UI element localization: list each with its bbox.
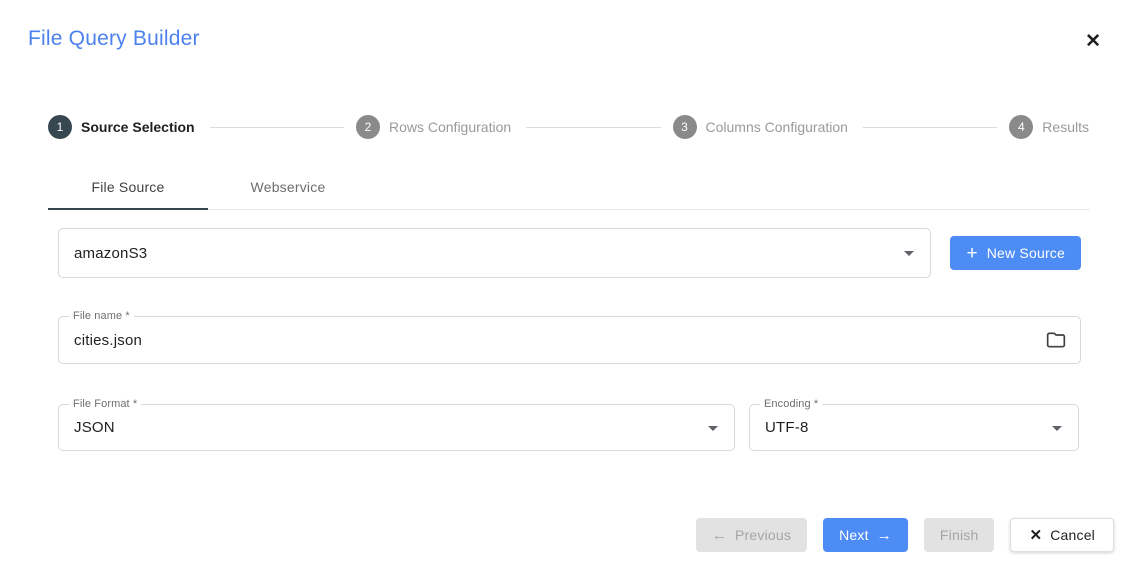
form-content: amazonS3 + New Source File name * cities…	[58, 228, 1081, 451]
step-label: Results	[1042, 119, 1089, 135]
file-name-value: cities.json	[59, 332, 142, 349]
chevron-down-icon	[708, 426, 718, 431]
arrow-left-icon: ←	[712, 528, 727, 543]
source-select-value: amazonS3	[59, 245, 147, 262]
source-select[interactable]: amazonS3	[58, 228, 931, 278]
previous-button[interactable]: ← Previous	[696, 518, 807, 552]
step-rows-configuration[interactable]: 2 Rows Configuration	[356, 115, 511, 139]
encoding-label: Encoding *	[760, 398, 822, 411]
file-format-value: JSON	[59, 419, 115, 436]
close-icon[interactable]: ✕	[1085, 32, 1101, 51]
folder-icon[interactable]	[1046, 330, 1066, 350]
finish-button[interactable]: Finish	[924, 518, 995, 552]
step-connector	[526, 127, 660, 128]
previous-label: Previous	[735, 527, 791, 543]
cancel-button[interactable]: ✕ Cancel	[1010, 518, 1114, 552]
file-format-label: File Format *	[69, 398, 141, 411]
file-name-label: File name *	[69, 310, 134, 323]
plus-icon: +	[966, 244, 977, 263]
step-source-selection[interactable]: 1 Source Selection	[48, 115, 195, 139]
step-columns-configuration[interactable]: 3 Columns Configuration	[673, 115, 848, 139]
cancel-label: Cancel	[1050, 527, 1095, 543]
file-name-field[interactable]: File name * cities.json	[58, 316, 1081, 364]
step-number-badge: 4	[1009, 115, 1033, 139]
step-number-badge: 2	[356, 115, 380, 139]
step-label: Source Selection	[81, 119, 195, 135]
step-number-badge: 3	[673, 115, 697, 139]
next-label: Next	[839, 527, 869, 543]
step-label: Columns Configuration	[706, 119, 848, 135]
page-title: File Query Builder	[28, 27, 1107, 51]
chevron-down-icon	[1052, 426, 1062, 431]
wizard-footer: ← Previous Next → Finish ✕ Cancel	[696, 518, 1114, 552]
step-number-badge: 1	[48, 115, 72, 139]
new-source-button[interactable]: + New Source	[950, 236, 1081, 270]
step-label: Rows Configuration	[389, 119, 511, 135]
chevron-down-icon	[904, 251, 914, 256]
encoding-select[interactable]: Encoding * UTF-8	[749, 404, 1079, 451]
dialog-header: File Query Builder ✕	[0, 0, 1135, 51]
tab-webservice[interactable]: Webservice	[208, 164, 368, 209]
tab-file-source[interactable]: File Source	[48, 164, 208, 209]
arrow-right-icon: →	[877, 528, 892, 543]
file-format-select[interactable]: File Format * JSON	[58, 404, 735, 451]
finish-label: Finish	[940, 527, 979, 543]
close-x-icon: ✕	[1029, 528, 1042, 543]
source-tabs: File Source Webservice	[48, 164, 1090, 210]
step-results[interactable]: 4 Results	[1009, 115, 1089, 139]
wizard-stepper: 1 Source Selection 2 Rows Configuration …	[48, 115, 1089, 139]
next-button[interactable]: Next →	[823, 518, 908, 552]
step-connector	[863, 127, 997, 128]
encoding-value: UTF-8	[750, 419, 809, 436]
new-source-label: New Source	[987, 245, 1065, 261]
step-connector	[210, 127, 344, 128]
